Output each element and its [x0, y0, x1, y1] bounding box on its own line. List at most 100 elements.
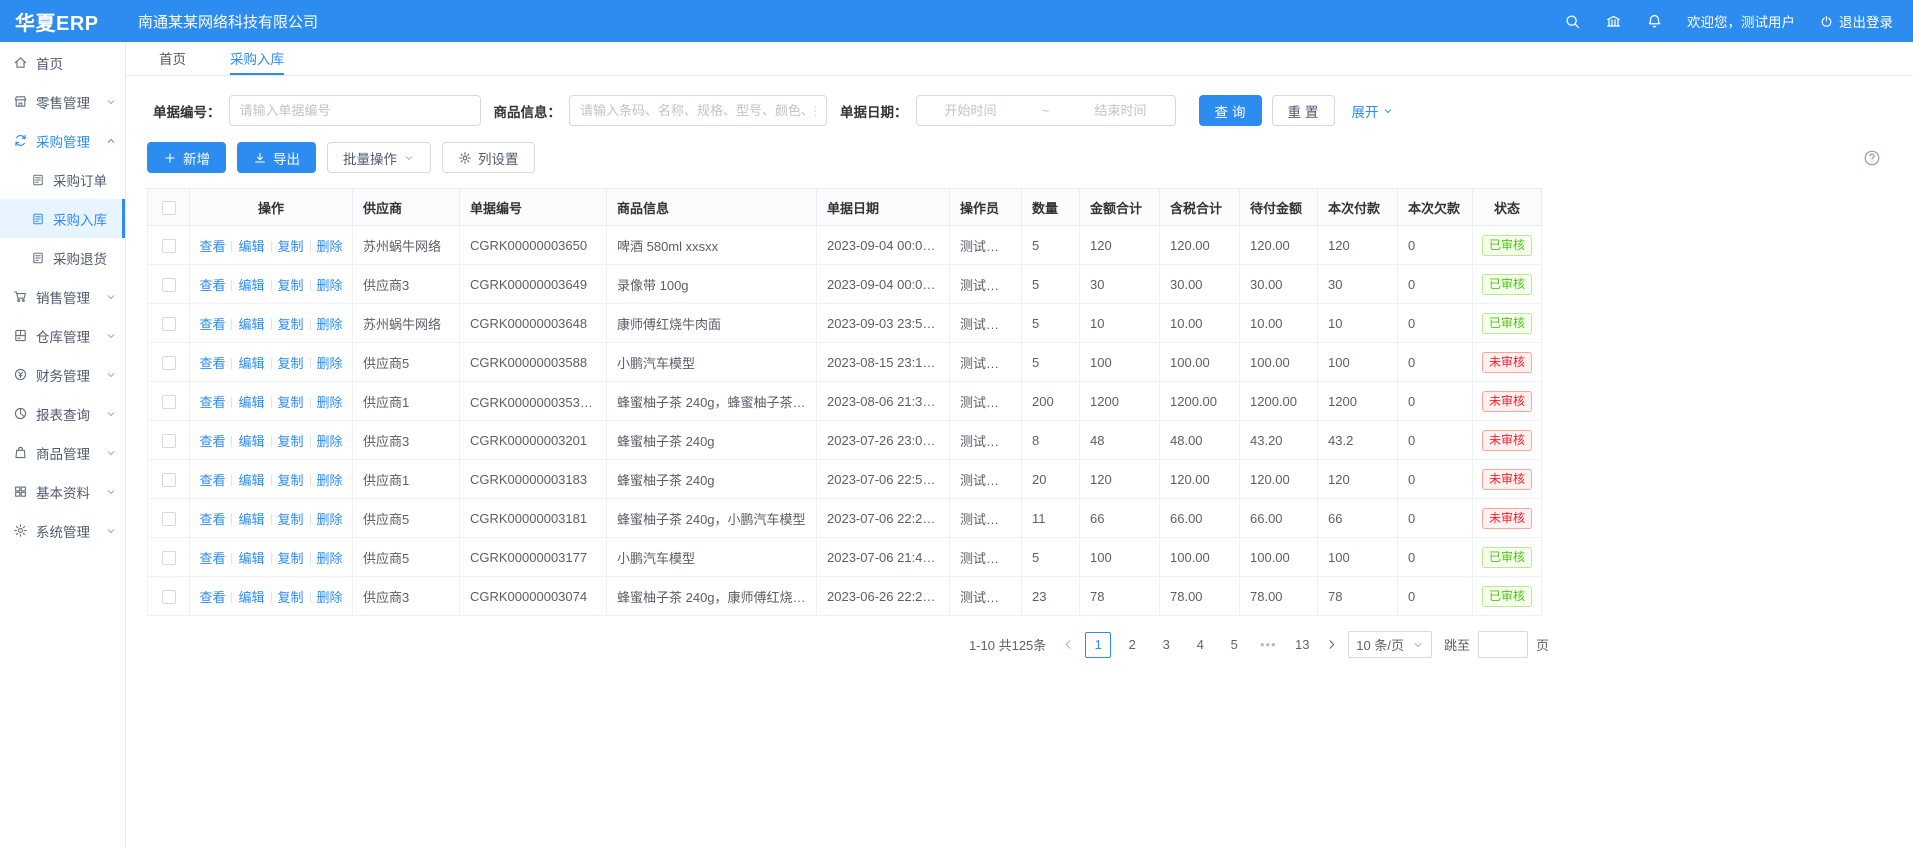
copy-link[interactable]: 复制	[278, 434, 304, 449]
row-checkbox[interactable]	[162, 239, 176, 253]
edit-link[interactable]: 编辑	[238, 551, 264, 566]
export-button[interactable]: 导出	[237, 142, 316, 173]
delete-link[interactable]: 删除	[317, 512, 343, 527]
row-checkbox[interactable]	[162, 278, 176, 292]
edit-link[interactable]: 编辑	[238, 317, 264, 332]
search-button[interactable]: 查询	[1199, 95, 1262, 126]
sidebar-item-purchase[interactable]: 采购管理	[0, 121, 125, 160]
tab-home[interactable]: 首页	[159, 42, 186, 75]
edit-link[interactable]: 编辑	[238, 356, 264, 371]
copy-link[interactable]: 复制	[278, 239, 304, 254]
view-link[interactable]: 查看	[199, 590, 225, 605]
bill-no-input[interactable]	[229, 95, 481, 126]
date-start-input[interactable]	[925, 103, 1017, 118]
row-checkbox[interactable]	[162, 356, 176, 370]
delete-link[interactable]: 删除	[317, 551, 343, 566]
copy-link[interactable]: 复制	[278, 356, 304, 371]
cell-actions: 查看编辑复制删除	[190, 343, 353, 382]
prev-page-button[interactable]	[1060, 638, 1077, 651]
sidebar-item-warehouse[interactable]: 仓库管理	[0, 316, 125, 355]
edit-link[interactable]: 编辑	[238, 395, 264, 410]
select-all-checkbox[interactable]	[162, 201, 176, 215]
delete-link[interactable]: 删除	[317, 356, 343, 371]
edit-link[interactable]: 编辑	[238, 239, 264, 254]
batch-operations-button[interactable]: 批量操作	[327, 142, 431, 173]
cell-due-amount: 78.00	[1240, 577, 1318, 616]
page-button-1[interactable]: 1	[1085, 632, 1111, 658]
column-settings-button[interactable]: 列设置	[442, 142, 535, 173]
search-icon[interactable]	[1564, 13, 1581, 30]
next-page-button[interactable]	[1323, 638, 1340, 651]
expand-link[interactable]: 展开	[1352, 101, 1394, 121]
sidebar-item-system[interactable]: 系统管理	[0, 511, 125, 550]
sidebar-item-finance[interactable]: 财务管理	[0, 355, 125, 394]
page-button-5[interactable]: 5	[1221, 632, 1247, 658]
sidebar-item-sales[interactable]: 销售管理	[0, 277, 125, 316]
page-button-4[interactable]: 4	[1187, 632, 1213, 658]
date-range-picker[interactable]: ~	[916, 95, 1176, 126]
doc-icon	[31, 212, 45, 226]
row-checkbox[interactable]	[162, 551, 176, 565]
date-end-input[interactable]	[1075, 103, 1167, 118]
notification-bell-icon[interactable]	[1646, 13, 1663, 30]
row-checkbox[interactable]	[162, 590, 176, 604]
edit-link[interactable]: 编辑	[238, 278, 264, 293]
view-link[interactable]: 查看	[199, 434, 225, 449]
copy-link[interactable]: 复制	[278, 551, 304, 566]
view-link[interactable]: 查看	[199, 512, 225, 527]
sidebar-item-material[interactable]: 基本资料	[0, 472, 125, 511]
copy-link[interactable]: 复制	[278, 512, 304, 527]
page-ellipsis[interactable]: •••	[1255, 632, 1281, 658]
delete-link[interactable]: 删除	[317, 239, 343, 254]
column-header-date: 单据日期	[817, 189, 950, 226]
view-link[interactable]: 查看	[199, 473, 225, 488]
delete-link[interactable]: 删除	[317, 278, 343, 293]
view-link[interactable]: 查看	[199, 395, 225, 410]
edit-link[interactable]: 编辑	[238, 434, 264, 449]
add-button[interactable]: 新增	[147, 142, 226, 173]
view-link[interactable]: 查看	[199, 317, 225, 332]
view-link[interactable]: 查看	[199, 278, 225, 293]
view-link[interactable]: 查看	[199, 551, 225, 566]
row-checkbox[interactable]	[162, 473, 176, 487]
delete-link[interactable]: 删除	[317, 317, 343, 332]
page-size-select[interactable]: 10 条/页	[1348, 631, 1432, 658]
row-checkbox[interactable]	[162, 395, 176, 409]
help-icon[interactable]	[1863, 149, 1881, 167]
row-checkbox[interactable]	[162, 434, 176, 448]
sidebar-item-purchase-inbound[interactable]: 采购入库	[0, 199, 125, 238]
sidebar-item-purchase-order[interactable]: 采购订单	[0, 160, 125, 199]
copy-link[interactable]: 复制	[278, 590, 304, 605]
copy-link[interactable]: 复制	[278, 473, 304, 488]
logout-button[interactable]: 退出登录	[1819, 11, 1893, 31]
reset-button[interactable]: 重置	[1272, 95, 1335, 126]
action-divider	[231, 436, 232, 447]
goods-input[interactable]	[569, 95, 827, 126]
jump-page-input[interactable]	[1478, 631, 1528, 658]
sidebar-item-purchase-return[interactable]: 采购退货	[0, 238, 125, 277]
edit-link[interactable]: 编辑	[238, 590, 264, 605]
sidebar-item-retail[interactable]: 零售管理	[0, 82, 125, 121]
tab-purchase-inbound[interactable]: 采购入库	[230, 42, 284, 75]
delete-link[interactable]: 删除	[317, 434, 343, 449]
delete-link[interactable]: 删除	[317, 473, 343, 488]
view-link[interactable]: 查看	[199, 239, 225, 254]
sidebar-item-report[interactable]: 报表查询	[0, 394, 125, 433]
sidebar-item-goods[interactable]: 商品管理	[0, 433, 125, 472]
page-button-3[interactable]: 3	[1153, 632, 1179, 658]
row-checkbox[interactable]	[162, 512, 176, 526]
delete-link[interactable]: 删除	[317, 395, 343, 410]
view-link[interactable]: 查看	[199, 356, 225, 371]
copy-link[interactable]: 复制	[278, 278, 304, 293]
platform-icon[interactable]	[1605, 13, 1622, 30]
edit-link[interactable]: 编辑	[238, 473, 264, 488]
row-checkbox[interactable]	[162, 317, 176, 331]
delete-link[interactable]: 删除	[317, 590, 343, 605]
sidebar-item-home[interactable]: 首页	[0, 43, 125, 82]
edit-link[interactable]: 编辑	[238, 512, 264, 527]
copy-link[interactable]: 复制	[278, 395, 304, 410]
cell-debt: 0	[1398, 421, 1473, 460]
copy-link[interactable]: 复制	[278, 317, 304, 332]
page-button-2[interactable]: 2	[1119, 632, 1145, 658]
page-button-13[interactable]: 13	[1289, 632, 1315, 658]
